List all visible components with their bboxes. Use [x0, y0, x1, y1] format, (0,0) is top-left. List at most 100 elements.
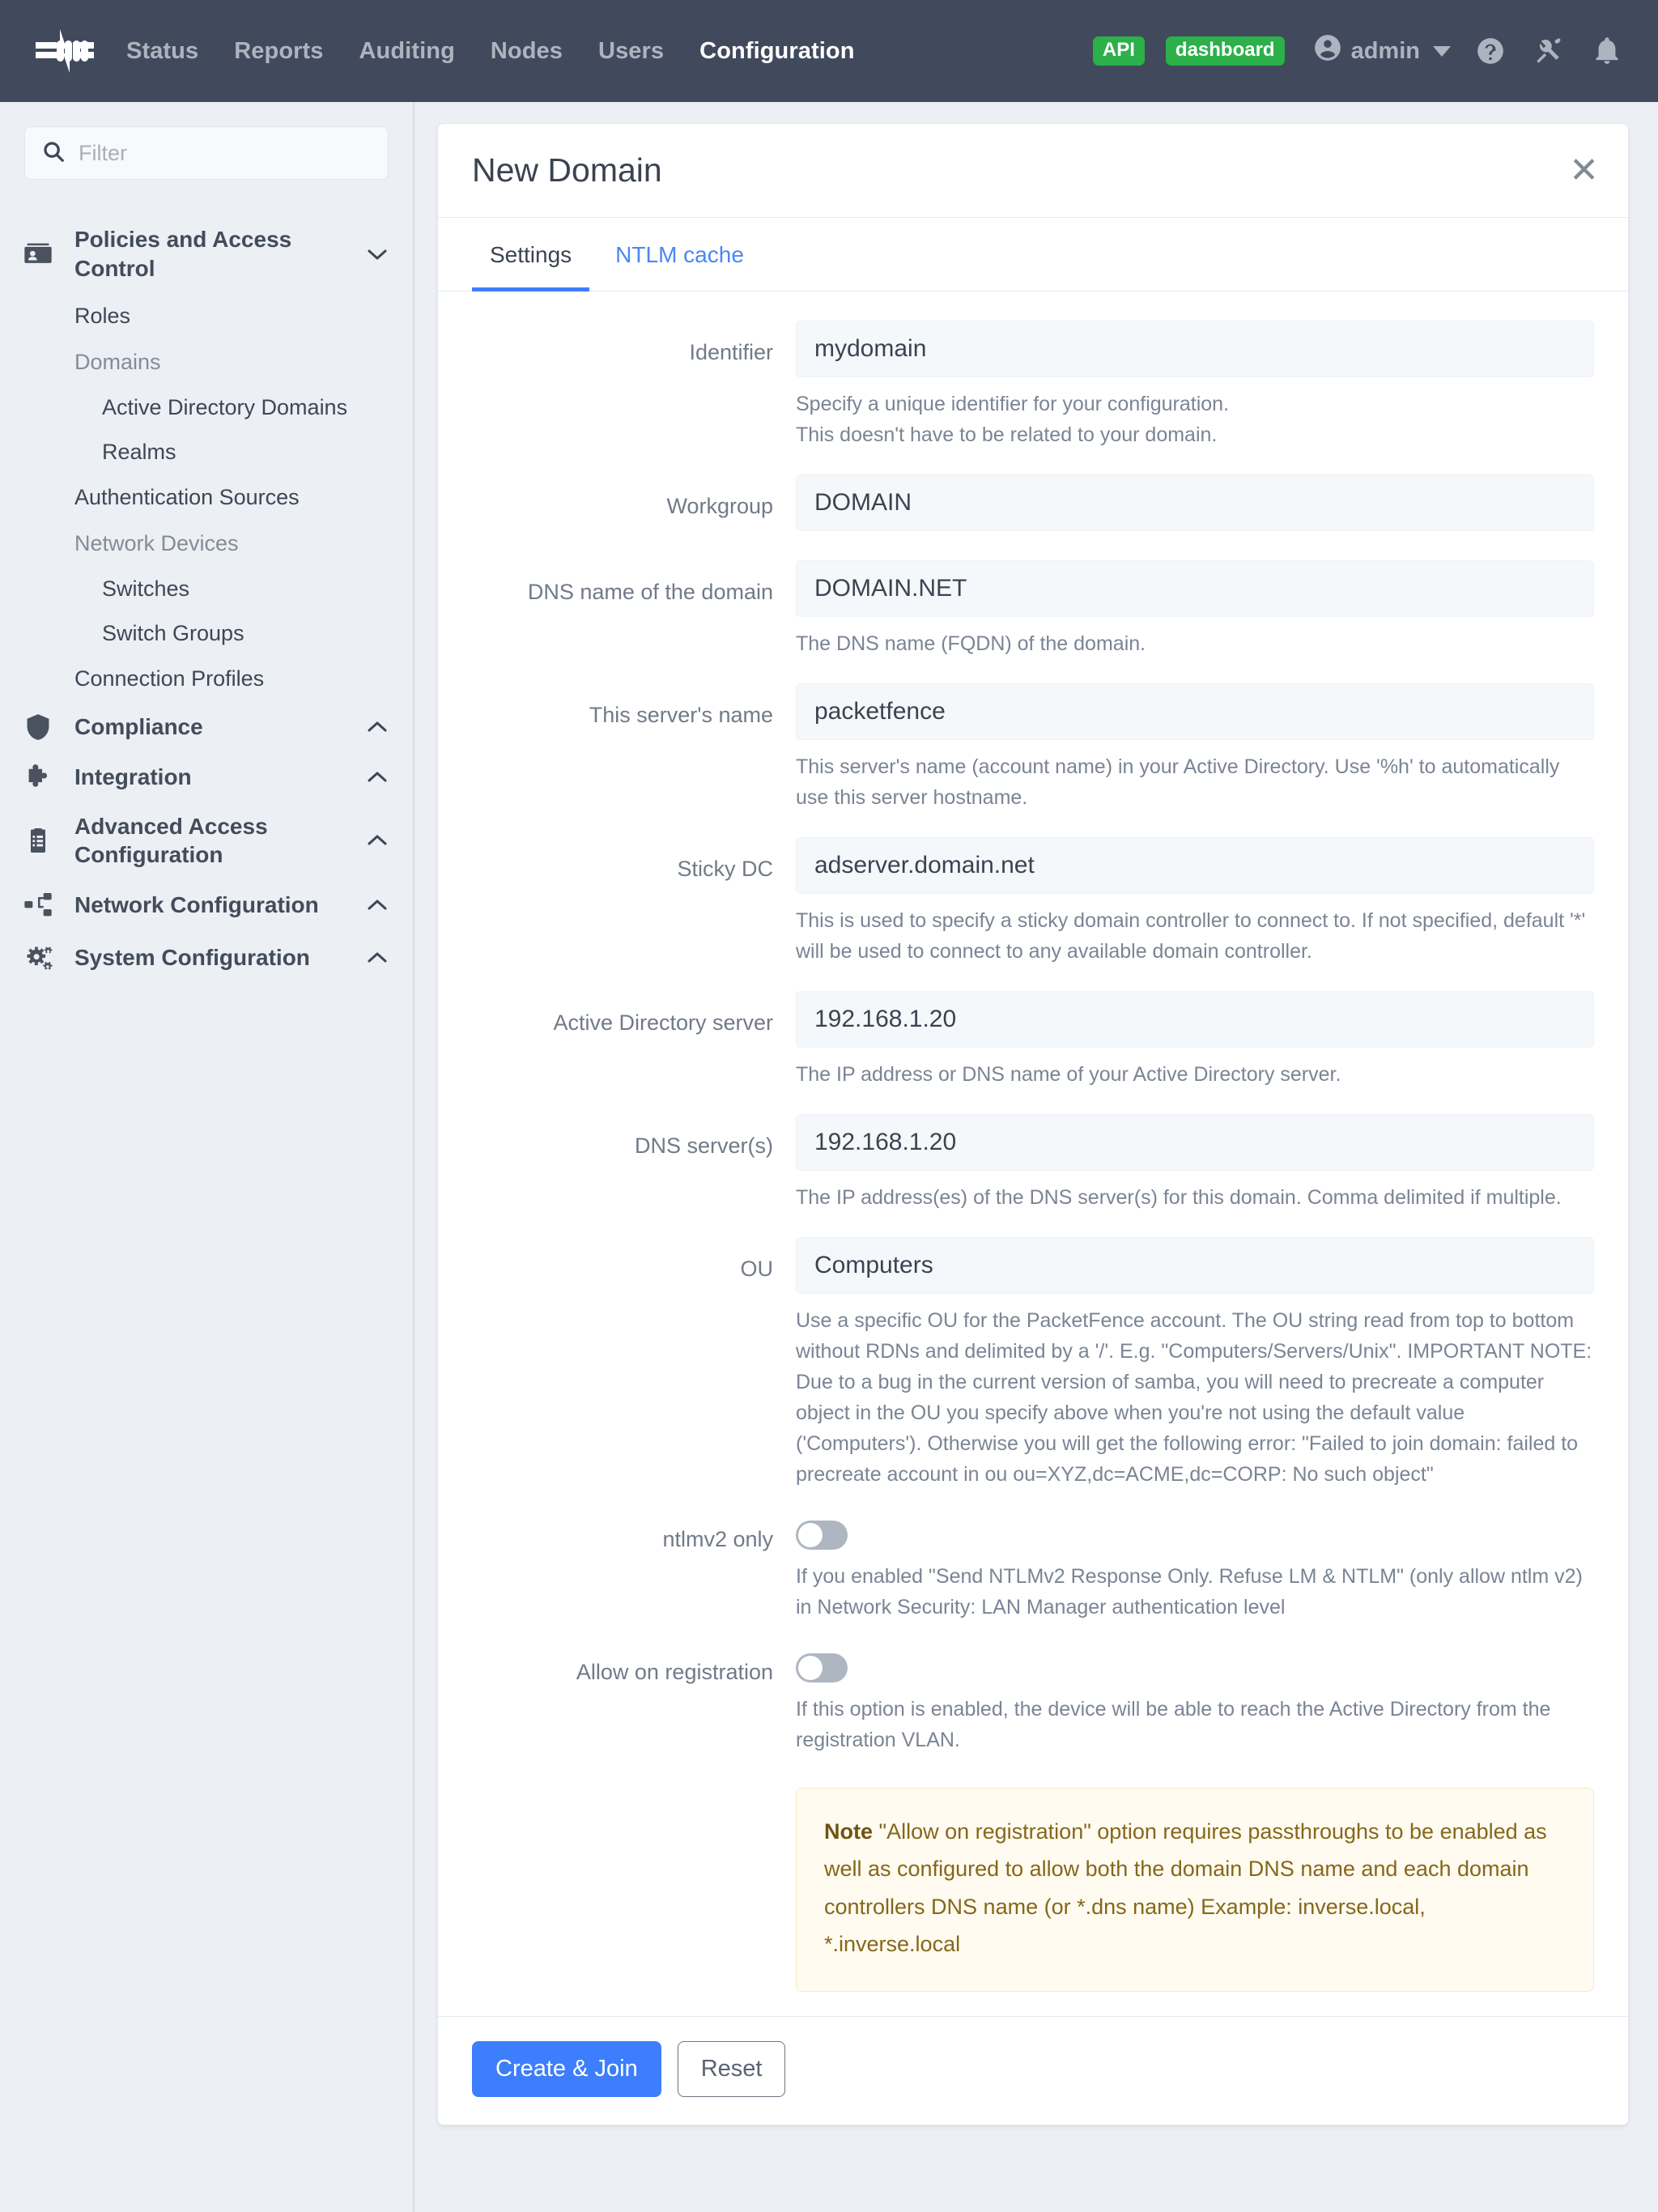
help-ou: Use a specific OU for the PacketFence ac… — [796, 1309, 1592, 1486]
field-row-ntlmv2-only: ntlmv2 only If you enabled "Send NTLMv2 … — [472, 1514, 1594, 1647]
this-servers-name-input[interactable] — [796, 683, 1594, 740]
sidebar-group-label: Integration — [74, 764, 192, 789]
page-title: New Domain — [472, 151, 662, 189]
field-row-this-servers-name: This server's name This server's name (a… — [472, 683, 1594, 837]
field-row-active-directory-server: Active Directory server The IP address o… — [472, 991, 1594, 1114]
sidebar-group-integration[interactable]: Integration — [0, 752, 413, 802]
label-dns-name-of-the-domain: DNS name of the domain — [527, 580, 773, 604]
allow-on-registration-toggle[interactable] — [796, 1653, 848, 1682]
workgroup-input[interactable] — [796, 474, 1594, 531]
user-menu[interactable]: admin — [1312, 32, 1451, 70]
sidebar-group-label: Network Configuration — [74, 892, 319, 918]
create-and-join-button[interactable]: Create & Join — [472, 2040, 661, 2097]
sidebar-group-policies-and-access-control[interactable]: Policies and Access Control — [0, 215, 413, 293]
search-icon — [41, 139, 66, 168]
help-dns-servers: The IP address(es) of the DNS server(s) … — [796, 1186, 1562, 1209]
nav-link-status[interactable]: Status — [126, 38, 198, 65]
field-row-sticky-dc: Sticky DC This is used to specify a stic… — [472, 837, 1594, 991]
ou-input[interactable] — [796, 1237, 1594, 1294]
help-dns-name-of-the-domain: The DNS name (FQDN) of the domain. — [796, 632, 1146, 655]
sidebar-group-network-configuration[interactable]: Network Configuration — [0, 879, 413, 931]
note-title: Note — [824, 1819, 873, 1844]
bell-icon[interactable] — [1588, 36, 1626, 66]
chevron-up-icon[interactable] — [366, 770, 389, 785]
field-row-ou: OU Use a specific OU for the PacketFence… — [472, 1237, 1594, 1514]
active-directory-server-input[interactable] — [796, 991, 1594, 1048]
label-sticky-dc: Sticky DC — [677, 857, 773, 881]
label-ntlmv2-only: ntlmv2 only — [662, 1527, 773, 1551]
help-icon[interactable] — [1472, 36, 1509, 66]
chevron-up-icon[interactable] — [366, 833, 389, 848]
nav-link-auditing[interactable]: Auditing — [359, 38, 455, 65]
chevron-down-icon[interactable] — [366, 247, 389, 262]
user-avatar-icon — [1312, 32, 1343, 70]
help-ntlmv2-only: If you enabled "Send NTLMv2 Response Onl… — [796, 1565, 1583, 1619]
sticky-dc-input[interactable] — [796, 837, 1594, 894]
sidebar-subhead-domains: Domains — [74, 349, 161, 374]
tab-ntlm-cache[interactable]: NTLM cache — [597, 218, 762, 291]
chevron-up-icon[interactable] — [366, 720, 389, 734]
label-this-servers-name: This server's name — [589, 703, 773, 727]
help-active-directory-server: The IP address or DNS name of your Activ… — [796, 1063, 1341, 1086]
field-row-note: Note "Allow on registration" option requ… — [472, 1780, 1594, 1992]
sidebar-item-active-directory-domains[interactable]: Active Directory Domains — [0, 385, 413, 430]
domain-settings-form: Identifier Specify a unique identifier f… — [438, 291, 1628, 2016]
nav-link-reports[interactable]: Reports — [234, 38, 323, 65]
panel-header: New Domain ✕ — [438, 124, 1628, 218]
sidebar-item-switch-groups[interactable]: Switch Groups — [0, 611, 413, 656]
tab-settings[interactable]: Settings — [472, 218, 590, 291]
sidebar-item-authentication-sources[interactable]: Authentication Sources — [0, 474, 413, 521]
field-row-dns-servers: DNS server(s) The IP address(es) of the … — [472, 1114, 1594, 1237]
sidebar-group-system-configuration[interactable]: System Configuration — [0, 931, 413, 985]
sidebar-filter[interactable] — [24, 126, 389, 180]
panel-tabs: Settings NTLM cache — [438, 218, 1628, 291]
api-badge[interactable]: API — [1092, 36, 1145, 66]
sidebar-group-label: Advanced Access Configuration — [74, 813, 268, 868]
help-allow-on-registration: If this option is enabled, the device wi… — [796, 1698, 1551, 1751]
toggle-knob — [798, 1523, 823, 1547]
label-identifier: Identifier — [689, 340, 773, 364]
sidebar-group-label: System Configuration — [74, 945, 310, 971]
help-identifier: Specify a unique identifier for your con… — [796, 393, 1230, 446]
id-card-icon — [21, 238, 55, 270]
nav-link-configuration[interactable]: Configuration — [699, 38, 854, 65]
sidebar-group-compliance[interactable]: Compliance — [0, 702, 413, 752]
tools-icon[interactable] — [1530, 36, 1567, 66]
network-icon — [21, 889, 55, 921]
chevron-up-icon[interactable] — [366, 951, 389, 965]
note-callout: Note "Allow on registration" option requ… — [796, 1788, 1594, 1992]
dashboard-badge[interactable]: dashboard — [1165, 36, 1285, 66]
filter-input[interactable] — [79, 140, 372, 166]
sidebar-item-roles[interactable]: Roles — [0, 293, 413, 339]
sidebar-item-connection-profiles[interactable]: Connection Profiles — [0, 656, 413, 702]
label-workgroup: Workgroup — [666, 494, 773, 518]
field-row-workgroup: Workgroup — [472, 474, 1594, 560]
ntlmv2-only-toggle[interactable] — [796, 1521, 848, 1550]
field-row-identifier: Identifier Specify a unique identifier f… — [472, 321, 1594, 474]
dns-name-of-the-domain-input[interactable] — [796, 560, 1594, 617]
chevron-up-icon[interactable] — [366, 898, 389, 912]
sidebar-subhead-network-devices: Network Devices — [74, 530, 239, 555]
sidebar-item-realms[interactable]: Realms — [0, 430, 413, 474]
sidebar-item-switches[interactable]: Switches — [0, 567, 413, 611]
panel-footer: Create & Join Reset — [438, 2015, 1628, 2125]
clipboard-icon — [21, 826, 55, 855]
dns-servers-input[interactable] — [796, 1114, 1594, 1171]
label-active-directory-server: Active Directory server — [553, 1010, 773, 1035]
packetfence-logo-icon[interactable] — [28, 24, 102, 78]
puzzle-icon — [21, 762, 55, 793]
nav-link-users[interactable]: Users — [598, 38, 664, 65]
sidebar-group-label: Compliance — [74, 713, 203, 739]
nav-link-nodes[interactable]: Nodes — [491, 38, 563, 65]
shield-icon — [21, 712, 55, 742]
close-icon[interactable]: ✕ — [1569, 152, 1599, 189]
help-sticky-dc: This is used to specify a sticky domain … — [796, 909, 1586, 963]
chevron-down-icon — [1433, 45, 1451, 57]
label-ou: OU — [740, 1257, 774, 1281]
sidebar-group-advanced-access-configuration[interactable]: Advanced Access Configuration — [0, 802, 413, 880]
main-content: New Domain ✕ Settings NTLM cache Identif… — [414, 102, 1658, 2212]
identifier-input[interactable] — [796, 321, 1594, 377]
reset-button[interactable]: Reset — [677, 2040, 786, 2097]
label-allow-on-registration: Allow on registration — [576, 1660, 773, 1684]
